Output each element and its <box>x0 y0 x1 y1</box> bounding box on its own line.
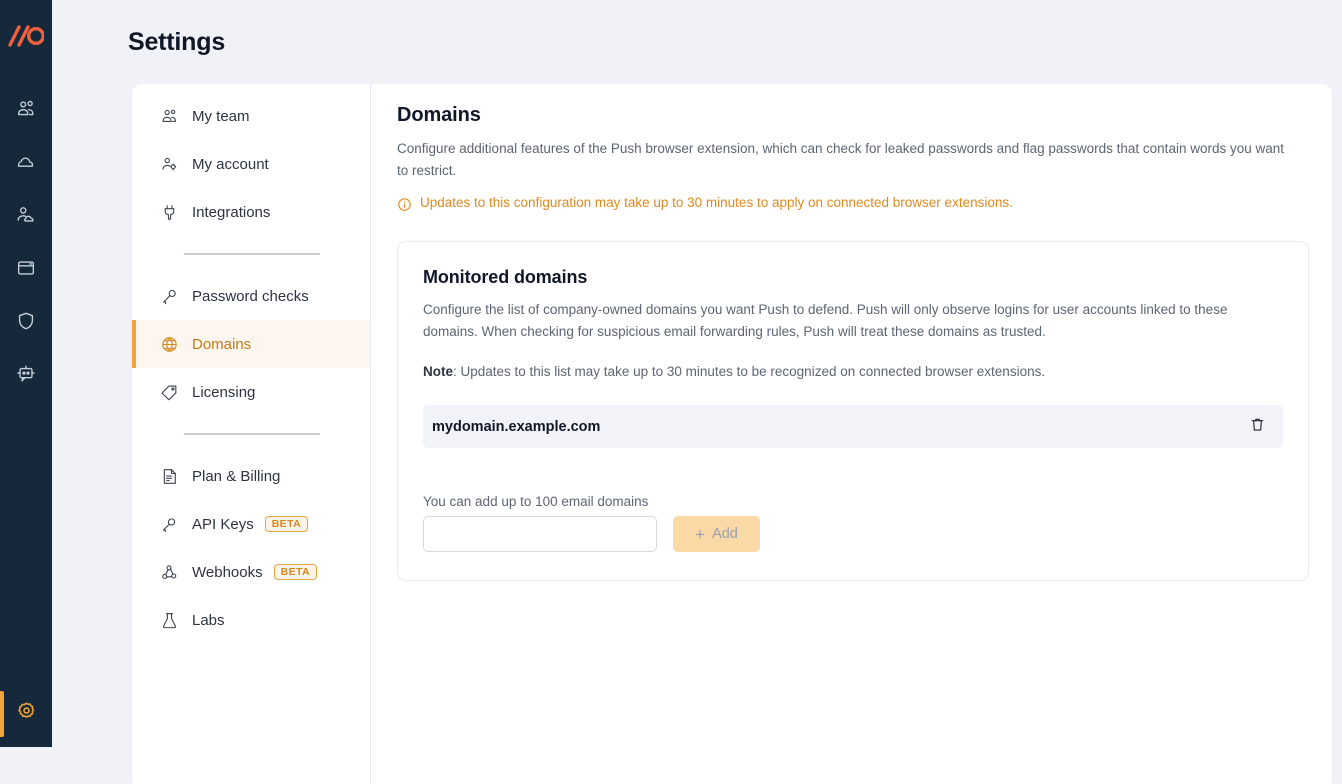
domain-input[interactable] <box>423 516 657 552</box>
sidebar-item-password-checks[interactable]: Password checks <box>132 272 370 320</box>
people-group-icon <box>159 106 179 126</box>
sidebar-item-api-keys[interactable]: API Keys BETA <box>132 500 370 548</box>
people-group-icon <box>15 98 37 120</box>
sidebar-item-label: Domains <box>192 335 252 353</box>
trash-icon <box>1249 416 1266 438</box>
sidebar-item-label: API Keys <box>192 515 254 533</box>
content-title: Domains <box>397 104 481 126</box>
webhook-icon <box>159 562 179 582</box>
sidebar-item-label: My team <box>192 107 250 125</box>
delete-domain-button[interactable] <box>1249 416 1266 438</box>
shield-icon <box>15 310 37 332</box>
sidebar-item-label: Password checks <box>192 287 309 305</box>
key-icon <box>159 286 179 306</box>
status-badge: BETA <box>273 563 318 581</box>
nav-divider-2 <box>132 416 370 452</box>
gear-icon <box>15 700 38 728</box>
note-text: : Updates to this list may take up to 30… <box>453 364 1046 379</box>
app-logo[interactable] <box>8 24 44 48</box>
rail-active-indicator <box>0 691 4 737</box>
content-notice-text: Updates to this configuration may take u… <box>420 195 1013 210</box>
rail-item-cloud[interactable] <box>0 135 52 188</box>
rail-item-identity[interactable] <box>0 188 52 241</box>
browser-window-icon <box>15 257 37 279</box>
sidebar-item-label: Integrations <box>192 203 271 221</box>
sidebar-item-label: Plan & Billing <box>192 467 281 485</box>
add-button-label: Add <box>712 526 738 542</box>
add-domain-label: You can add up to 100 email domains <box>423 494 649 509</box>
sidebar-item-labs[interactable]: Labs <box>132 596 370 644</box>
status-badge: BETA <box>264 515 309 533</box>
settings-card: My team My account Integrations Password… <box>132 84 1332 784</box>
rail-item-chat[interactable] <box>0 347 52 400</box>
nav-active-indicator <box>132 320 136 368</box>
sidebar-item-label: Licensing <box>192 383 256 401</box>
sidebar-item-licensing[interactable]: Licensing <box>132 368 370 416</box>
content-notice: Updates to this configuration may take u… <box>397 195 1307 215</box>
rail-item-team[interactable] <box>0 82 52 135</box>
chat-bot-icon <box>15 363 37 385</box>
plug-icon <box>159 202 179 222</box>
monitored-domains-description: Configure the list of company-owned doma… <box>423 302 1228 339</box>
sidebar-item-plan-billing[interactable]: Plan & Billing <box>132 452 370 500</box>
rail-item-security[interactable] <box>0 294 52 347</box>
tag-icon <box>159 382 179 402</box>
note-label: Note <box>423 364 453 379</box>
sidebar-item-domains[interactable]: Domains <box>132 320 370 368</box>
sidebar-item-integrations[interactable]: Integrations <box>132 188 370 236</box>
rail-item-apps[interactable] <box>0 241 52 294</box>
sidebar-item-my-team[interactable]: My team <box>132 92 370 140</box>
plus-icon: + <box>695 524 706 544</box>
page-title: Settings <box>128 28 226 56</box>
flask-icon <box>159 610 179 630</box>
sidebar-item-my-account[interactable]: My account <box>132 140 370 188</box>
add-domain-row: + Add <box>423 516 1283 552</box>
monitored-domains-title: Monitored domains <box>423 267 588 287</box>
sidebar-item-label: Webhooks <box>192 563 263 581</box>
invoice-icon <box>159 466 179 486</box>
info-circle-icon <box>397 195 412 215</box>
domain-name: mydomain.example.com <box>432 418 601 435</box>
rail-item-settings[interactable] <box>0 685 52 743</box>
add-domain-button[interactable]: + Add <box>673 516 760 552</box>
user-cloud-icon <box>15 204 37 226</box>
sidebar-item-label: My account <box>192 155 269 173</box>
content-description: Configure additional features of the Pus… <box>397 141 1284 178</box>
user-gear-icon <box>159 154 179 174</box>
sidebar-item-webhooks[interactable]: Webhooks BETA <box>132 548 370 596</box>
app-rail <box>0 0 52 747</box>
nav-divider-1 <box>132 236 370 272</box>
monitored-domains-note: Note: Updates to this list may take up t… <box>423 361 1283 383</box>
settings-content: Domains Configure additional features of… <box>372 84 1332 784</box>
cloud-icon <box>15 151 37 173</box>
sidebar-item-label: Labs <box>192 611 225 629</box>
monitored-domains-card: Monitored domains Configure the list of … <box>397 241 1309 581</box>
globe-icon <box>159 334 179 354</box>
domain-list-item: mydomain.example.com <box>423 405 1283 448</box>
settings-nav: My team My account Integrations Password… <box>132 84 371 784</box>
key-icon <box>159 514 179 534</box>
